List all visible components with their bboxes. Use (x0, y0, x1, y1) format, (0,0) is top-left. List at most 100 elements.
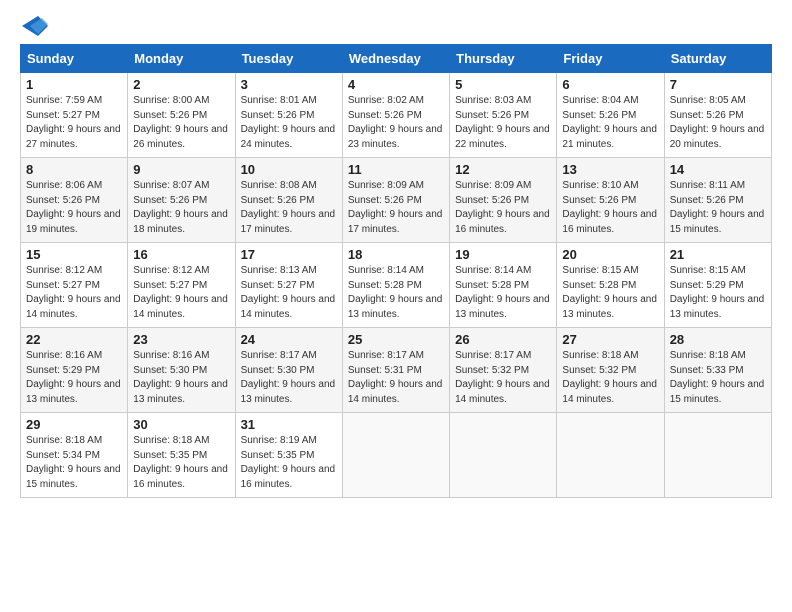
day-info: Sunrise: 8:12 AMSunset: 5:27 PMDaylight:… (133, 265, 228, 320)
day-info: Sunrise: 8:02 AMSunset: 5:26 PMDaylight:… (348, 95, 443, 150)
day-info: Sunrise: 8:17 AMSunset: 5:30 PMDaylight:… (241, 350, 336, 405)
calendar-cell: 26 Sunrise: 8:17 AMSunset: 5:32 PMDaylig… (450, 328, 557, 413)
calendar-cell: 17 Sunrise: 8:13 AMSunset: 5:27 PMDaylig… (235, 243, 342, 328)
day-number: 3 (241, 77, 337, 92)
calendar-cell: 2 Sunrise: 8:00 AMSunset: 5:26 PMDayligh… (128, 73, 235, 158)
weekday-header-monday: Monday (128, 45, 235, 73)
calendar-cell: 15 Sunrise: 8:12 AMSunset: 5:27 PMDaylig… (21, 243, 128, 328)
page-header (20, 20, 772, 36)
calendar-cell (664, 413, 771, 498)
calendar-cell (557, 413, 664, 498)
day-number: 20 (562, 247, 658, 262)
calendar-cell: 9 Sunrise: 8:07 AMSunset: 5:26 PMDayligh… (128, 158, 235, 243)
calendar-cell: 7 Sunrise: 8:05 AMSunset: 5:26 PMDayligh… (664, 73, 771, 158)
calendar-cell: 24 Sunrise: 8:17 AMSunset: 5:30 PMDaylig… (235, 328, 342, 413)
calendar-week-row: 8 Sunrise: 8:06 AMSunset: 5:26 PMDayligh… (21, 158, 772, 243)
day-info: Sunrise: 7:59 AMSunset: 5:27 PMDaylight:… (26, 95, 121, 150)
day-info: Sunrise: 8:19 AMSunset: 5:35 PMDaylight:… (241, 435, 336, 490)
day-info: Sunrise: 8:06 AMSunset: 5:26 PMDaylight:… (26, 180, 121, 235)
day-info: Sunrise: 8:17 AMSunset: 5:31 PMDaylight:… (348, 350, 443, 405)
calendar-cell: 27 Sunrise: 8:18 AMSunset: 5:32 PMDaylig… (557, 328, 664, 413)
calendar-cell: 13 Sunrise: 8:10 AMSunset: 5:26 PMDaylig… (557, 158, 664, 243)
day-number: 27 (562, 332, 658, 347)
day-number: 12 (455, 162, 551, 177)
calendar-week-row: 1 Sunrise: 7:59 AMSunset: 5:27 PMDayligh… (21, 73, 772, 158)
calendar-cell: 19 Sunrise: 8:14 AMSunset: 5:28 PMDaylig… (450, 243, 557, 328)
day-number: 4 (348, 77, 444, 92)
calendar-table: SundayMondayTuesdayWednesdayThursdayFrid… (20, 44, 772, 498)
weekday-header-friday: Friday (557, 45, 664, 73)
day-info: Sunrise: 8:18 AMSunset: 5:34 PMDaylight:… (26, 435, 121, 490)
day-number: 30 (133, 417, 229, 432)
day-number: 26 (455, 332, 551, 347)
day-info: Sunrise: 8:11 AMSunset: 5:26 PMDaylight:… (670, 180, 765, 235)
day-info: Sunrise: 8:01 AMSunset: 5:26 PMDaylight:… (241, 95, 336, 150)
day-number: 13 (562, 162, 658, 177)
day-number: 15 (26, 247, 122, 262)
day-number: 22 (26, 332, 122, 347)
day-info: Sunrise: 8:04 AMSunset: 5:26 PMDaylight:… (562, 95, 657, 150)
day-info: Sunrise: 8:14 AMSunset: 5:28 PMDaylight:… (348, 265, 443, 320)
weekday-header-thursday: Thursday (450, 45, 557, 73)
calendar-cell: 30 Sunrise: 8:18 AMSunset: 5:35 PMDaylig… (128, 413, 235, 498)
day-number: 23 (133, 332, 229, 347)
day-number: 28 (670, 332, 766, 347)
calendar-cell: 12 Sunrise: 8:09 AMSunset: 5:26 PMDaylig… (450, 158, 557, 243)
day-info: Sunrise: 8:15 AMSunset: 5:28 PMDaylight:… (562, 265, 657, 320)
calendar-cell: 14 Sunrise: 8:11 AMSunset: 5:26 PMDaylig… (664, 158, 771, 243)
calendar-cell: 16 Sunrise: 8:12 AMSunset: 5:27 PMDaylig… (128, 243, 235, 328)
day-number: 29 (26, 417, 122, 432)
calendar-cell: 11 Sunrise: 8:09 AMSunset: 5:26 PMDaylig… (342, 158, 449, 243)
day-number: 16 (133, 247, 229, 262)
day-number: 31 (241, 417, 337, 432)
calendar-cell (342, 413, 449, 498)
calendar-cell: 10 Sunrise: 8:08 AMSunset: 5:26 PMDaylig… (235, 158, 342, 243)
day-info: Sunrise: 8:10 AMSunset: 5:26 PMDaylight:… (562, 180, 657, 235)
day-info: Sunrise: 8:12 AMSunset: 5:27 PMDaylight:… (26, 265, 121, 320)
day-number: 11 (348, 162, 444, 177)
calendar-cell: 20 Sunrise: 8:15 AMSunset: 5:28 PMDaylig… (557, 243, 664, 328)
day-number: 17 (241, 247, 337, 262)
day-number: 5 (455, 77, 551, 92)
day-number: 25 (348, 332, 444, 347)
day-info: Sunrise: 8:00 AMSunset: 5:26 PMDaylight:… (133, 95, 228, 150)
day-info: Sunrise: 8:09 AMSunset: 5:26 PMDaylight:… (348, 180, 443, 235)
day-number: 14 (670, 162, 766, 177)
day-number: 21 (670, 247, 766, 262)
calendar-cell: 3 Sunrise: 8:01 AMSunset: 5:26 PMDayligh… (235, 73, 342, 158)
calendar-cell: 25 Sunrise: 8:17 AMSunset: 5:31 PMDaylig… (342, 328, 449, 413)
day-info: Sunrise: 8:18 AMSunset: 5:33 PMDaylight:… (670, 350, 765, 405)
weekday-header-tuesday: Tuesday (235, 45, 342, 73)
calendar-week-row: 22 Sunrise: 8:16 AMSunset: 5:29 PMDaylig… (21, 328, 772, 413)
day-info: Sunrise: 8:16 AMSunset: 5:29 PMDaylight:… (26, 350, 121, 405)
calendar-cell: 22 Sunrise: 8:16 AMSunset: 5:29 PMDaylig… (21, 328, 128, 413)
calendar-cell: 4 Sunrise: 8:02 AMSunset: 5:26 PMDayligh… (342, 73, 449, 158)
day-number: 1 (26, 77, 122, 92)
calendar-cell: 31 Sunrise: 8:19 AMSunset: 5:35 PMDaylig… (235, 413, 342, 498)
day-info: Sunrise: 8:18 AMSunset: 5:35 PMDaylight:… (133, 435, 228, 490)
day-info: Sunrise: 8:16 AMSunset: 5:30 PMDaylight:… (133, 350, 228, 405)
weekday-header-saturday: Saturday (664, 45, 771, 73)
day-info: Sunrise: 8:05 AMSunset: 5:26 PMDaylight:… (670, 95, 765, 150)
day-info: Sunrise: 8:09 AMSunset: 5:26 PMDaylight:… (455, 180, 550, 235)
calendar-cell: 21 Sunrise: 8:15 AMSunset: 5:29 PMDaylig… (664, 243, 771, 328)
weekday-header-wednesday: Wednesday (342, 45, 449, 73)
calendar-cell: 18 Sunrise: 8:14 AMSunset: 5:28 PMDaylig… (342, 243, 449, 328)
weekday-header-sunday: Sunday (21, 45, 128, 73)
logo-arrow-icon (22, 16, 48, 36)
day-info: Sunrise: 8:13 AMSunset: 5:27 PMDaylight:… (241, 265, 336, 320)
day-number: 19 (455, 247, 551, 262)
day-number: 2 (133, 77, 229, 92)
day-number: 10 (241, 162, 337, 177)
calendar-cell: 23 Sunrise: 8:16 AMSunset: 5:30 PMDaylig… (128, 328, 235, 413)
day-number: 9 (133, 162, 229, 177)
logo (20, 20, 48, 36)
day-number: 18 (348, 247, 444, 262)
calendar-cell: 8 Sunrise: 8:06 AMSunset: 5:26 PMDayligh… (21, 158, 128, 243)
day-number: 6 (562, 77, 658, 92)
day-info: Sunrise: 8:03 AMSunset: 5:26 PMDaylight:… (455, 95, 550, 150)
calendar-cell (450, 413, 557, 498)
calendar-week-row: 15 Sunrise: 8:12 AMSunset: 5:27 PMDaylig… (21, 243, 772, 328)
day-number: 24 (241, 332, 337, 347)
day-info: Sunrise: 8:08 AMSunset: 5:26 PMDaylight:… (241, 180, 336, 235)
